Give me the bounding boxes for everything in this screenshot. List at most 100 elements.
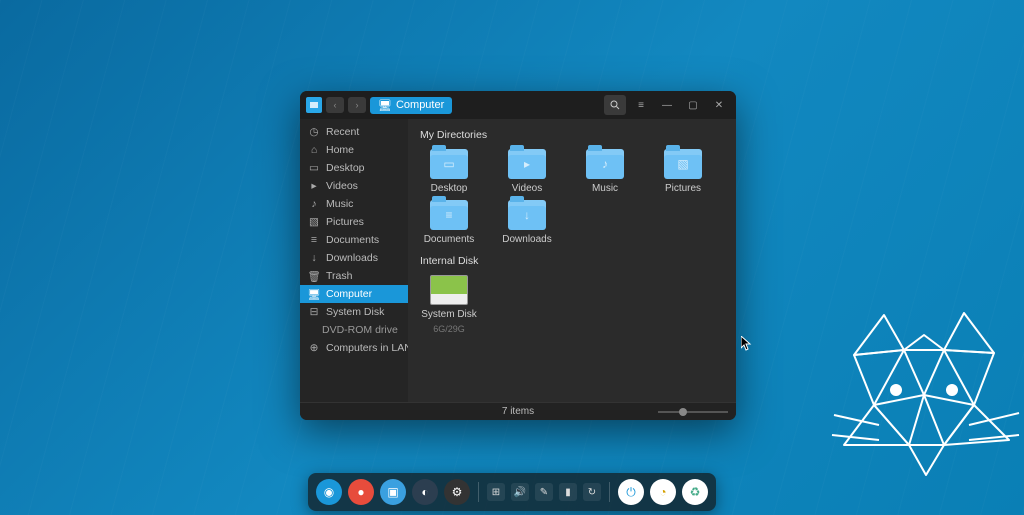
download-icon: ↓ bbox=[308, 252, 320, 264]
search-button[interactable] bbox=[604, 95, 626, 115]
sidebar-item-computer[interactable]: 🖥Computer bbox=[300, 285, 408, 303]
tray-refresh-icon[interactable]: ↻ bbox=[583, 483, 601, 501]
home-icon: ⌂ bbox=[308, 144, 320, 156]
search-icon bbox=[610, 100, 620, 110]
sidebar-item-label: Documents bbox=[326, 234, 379, 246]
close-button[interactable]: ✕ bbox=[708, 95, 730, 115]
sidebar-item-label: Downloads bbox=[326, 252, 378, 264]
disk-icon: ⊟ bbox=[308, 306, 320, 318]
taskbar-app-files[interactable]: ▣ bbox=[380, 479, 406, 505]
icon-grid: System Disk 6G/29G bbox=[420, 275, 724, 334]
desktop-icon: ▭ bbox=[308, 162, 320, 174]
sidebar-item-label: Music bbox=[326, 198, 353, 210]
sidebar-item-label: Recent bbox=[326, 126, 359, 138]
folder-glyph: ▸ bbox=[524, 157, 530, 171]
tile-music[interactable]: ♪ Music bbox=[576, 149, 634, 194]
taskbar-app-settings[interactable]: ⚙ bbox=[444, 479, 470, 505]
tile-videos[interactable]: ▸ Videos bbox=[498, 149, 556, 194]
taskbar-monitor-button[interactable]: ◔ bbox=[650, 479, 676, 505]
sidebar-item-recent[interactable]: ◷Recent bbox=[300, 123, 408, 141]
sidebar-item-label: Videos bbox=[326, 180, 358, 192]
statusbar: 7 items bbox=[300, 402, 736, 420]
sidebar-item-label: Trash bbox=[326, 270, 352, 282]
file-manager-window: ‹ › 🖥 Computer ≡ — ▢ ✕ ◷Recent⌂Home ▭ Desk… bbox=[300, 91, 736, 420]
tray-edit-icon[interactable]: ✎ bbox=[535, 483, 553, 501]
disk-icon bbox=[430, 275, 468, 305]
folder-icon: ↓ bbox=[508, 200, 546, 230]
picture-icon: ▧ bbox=[308, 216, 320, 228]
main-content: My Directories ▭ Desktop ▸ Videos ♪ Music ▧ Pict… bbox=[408, 119, 736, 402]
wallpaper-cat-logo bbox=[814, 295, 1024, 515]
folder-glyph: ♪ bbox=[602, 157, 608, 171]
tray-battery-icon[interactable]: ▮ bbox=[559, 483, 577, 501]
folder-glyph: ▧ bbox=[677, 157, 688, 171]
tile-desktop[interactable]: ▭ Desktop bbox=[420, 149, 478, 194]
tile-label: Videos bbox=[512, 183, 542, 194]
taskbar-app-launcher[interactable]: ◉ bbox=[316, 479, 342, 505]
disk-usage: 6G/29G bbox=[433, 324, 465, 334]
folder-icon: ♪ bbox=[586, 149, 624, 179]
sidebar-item-computers-in-lan[interactable]: ⊕ Computers in LAN bbox=[300, 339, 408, 357]
tile-downloads[interactable]: ↓ Downloads bbox=[498, 200, 556, 245]
hamburger-icon: ≡ bbox=[638, 100, 644, 111]
network-icon: ⊕ bbox=[308, 342, 320, 354]
taskbar-power-button[interactable]: ⏻ bbox=[618, 479, 644, 505]
nav-back-button[interactable]: ‹ bbox=[326, 97, 344, 113]
sidebar-item-desktop[interactable]: ▭ Desktop bbox=[300, 159, 408, 177]
tray-grid-icon[interactable]: ⊞ bbox=[487, 483, 505, 501]
sidebar-item-system-disk[interactable]: ⊟System Disk bbox=[300, 303, 408, 321]
sidebar-item-label: Pictures bbox=[326, 216, 364, 228]
maximize-button[interactable]: ▢ bbox=[682, 95, 704, 115]
computer-icon: 🖥 bbox=[308, 288, 320, 300]
maximize-icon: ▢ bbox=[688, 100, 697, 111]
folder-glyph: ▭ bbox=[443, 157, 454, 171]
tray-volume-icon[interactable]: 🔊 bbox=[511, 483, 529, 501]
tile-label: Pictures bbox=[665, 183, 701, 194]
video-icon: ▸ bbox=[308, 180, 320, 192]
trash-icon: 🗑 bbox=[308, 270, 320, 282]
close-icon: ✕ bbox=[715, 100, 723, 111]
computer-icon: 🖥 bbox=[378, 99, 392, 112]
mouse-cursor bbox=[741, 336, 753, 352]
app-icon bbox=[306, 97, 322, 113]
sidebar-item-music[interactable]: ♪ Music bbox=[300, 195, 408, 213]
tile-pictures[interactable]: ▧ Pictures bbox=[654, 149, 712, 194]
sidebar-item-label: Desktop bbox=[326, 162, 365, 174]
tile-system-disk[interactable]: System Disk 6G/29G bbox=[420, 275, 478, 334]
sidebar-item-home[interactable]: ⌂Home bbox=[300, 141, 408, 159]
nav-forward-button[interactable]: › bbox=[348, 97, 366, 113]
folder-glyph: ≡ bbox=[445, 208, 452, 222]
tile-label: System Disk bbox=[421, 309, 477, 320]
sidebar-item-label: Computers in LAN bbox=[326, 342, 408, 354]
tile-label: Music bbox=[592, 183, 618, 194]
menu-button[interactable]: ≡ bbox=[630, 95, 652, 115]
folder-icon: ▧ bbox=[664, 149, 702, 179]
folder-icon: ▸ bbox=[508, 149, 546, 179]
taskbar-trash-button[interactable]: ♻ bbox=[682, 479, 708, 505]
tile-label: Desktop bbox=[431, 183, 468, 194]
folder-icon: ≡ bbox=[430, 200, 468, 230]
tile-label: Downloads bbox=[502, 234, 551, 245]
taskbar: ◉●▣◐⚙ ⊞ 🔊 ✎ ▮ ↻ ⏻◔♻ bbox=[308, 473, 716, 511]
sidebar: ◷Recent⌂Home ▭ Desktop ▸ Videos ♪ Music ▧ Pictur… bbox=[300, 119, 408, 402]
taskbar-app-record[interactable]: ● bbox=[348, 479, 374, 505]
music-icon: ♪ bbox=[308, 198, 320, 210]
document-icon: ≡ bbox=[308, 234, 320, 246]
minimize-icon: — bbox=[662, 100, 672, 111]
sidebar-item-videos[interactable]: ▸ Videos bbox=[300, 177, 408, 195]
folder-glyph: ↓ bbox=[524, 208, 530, 222]
sidebar-item-dvd-rom-drive[interactable]: DVD-ROM drive bbox=[300, 321, 408, 339]
minimize-button[interactable]: — bbox=[656, 95, 678, 115]
breadcrumb[interactable]: 🖥 Computer bbox=[370, 97, 452, 114]
icon-grid: ▭ Desktop ▸ Videos ♪ Music ▧ Pictures ≡Documents… bbox=[420, 149, 724, 245]
sidebar-item-downloads[interactable]: ↓ Downloads bbox=[300, 249, 408, 267]
folder-icon: ▭ bbox=[430, 149, 468, 179]
sidebar-item-pictures[interactable]: ▧ Pictures bbox=[300, 213, 408, 231]
titlebar: ‹ › 🖥 Computer ≡ — ▢ ✕ bbox=[300, 91, 736, 119]
sidebar-item-trash[interactable]: 🗑 Trash bbox=[300, 267, 408, 285]
sidebar-item-documents[interactable]: ≡ Documents bbox=[300, 231, 408, 249]
tile-documents[interactable]: ≡Documents bbox=[420, 200, 478, 245]
section-title: My Directories bbox=[420, 129, 724, 141]
zoom-slider[interactable] bbox=[658, 407, 728, 417]
taskbar-app-browser[interactable]: ◐ bbox=[412, 479, 438, 505]
